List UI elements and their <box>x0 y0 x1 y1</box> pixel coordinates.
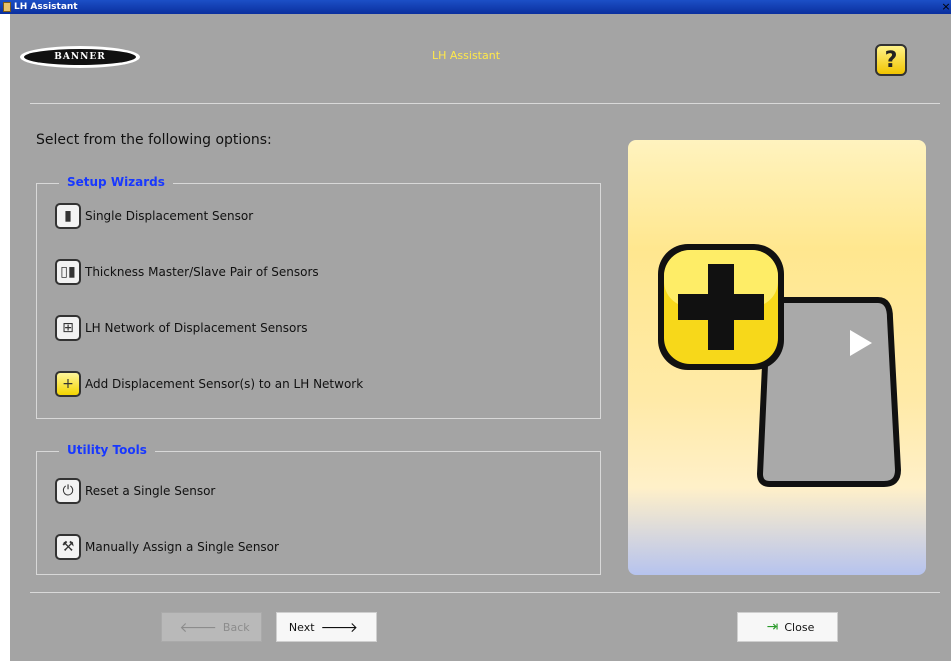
close-label: Close <box>784 620 815 634</box>
option-add-sensor[interactable]: + Add Displacement Sensor(s) to an LH Ne… <box>55 369 363 399</box>
help-button[interactable]: ? <box>875 44 907 76</box>
option-label: Thickness Master/Slave Pair of Sensors <box>85 265 319 279</box>
network-icon: ⊞ <box>55 315 81 341</box>
add-sensor-icon: + <box>55 371 81 397</box>
option-label: Add Displacement Sensor(s) to an LH Netw… <box>85 377 364 391</box>
utility-tools-title: Utility Tools <box>59 443 155 457</box>
next-label: Next <box>288 620 315 634</box>
app-heading: LH Assistant <box>432 49 501 62</box>
title-bar: LH Assistant × <box>0 0 951 14</box>
utility-tools-group: Utility Tools ⏻ Reset a Single Sensor ⚒ … <box>36 443 601 575</box>
next-button[interactable]: Next 🡒 <box>276 612 377 642</box>
add-sensor-illustration <box>628 140 926 575</box>
help-question-icon: ? <box>884 47 898 73</box>
option-lh-network[interactable]: ⊞ LH Network of Displacement Sensors <box>55 313 308 343</box>
option-label: LH Network of Displacement Sensors <box>85 321 308 335</box>
exit-door-icon: ⇥ <box>766 619 779 635</box>
reset-icon: ⏻ <box>55 478 81 504</box>
sensor-pair-icon: ▯▮ <box>55 259 81 285</box>
brand-text: BANNER <box>54 52 106 62</box>
option-manual-assign[interactable]: ⚒ Manually Assign a Single Sensor <box>55 532 279 562</box>
option-thickness-pair[interactable]: ▯▮ Thickness Master/Slave Pair of Sensor… <box>55 257 319 287</box>
back-button[interactable]: 🡐 Back <box>161 612 262 642</box>
app-icon <box>3 2 11 12</box>
close-button[interactable]: ⇥ Close <box>737 612 838 642</box>
window-title: LH Assistant <box>14 2 78 12</box>
lh-assistant-window: LH Assistant × BANNER LH Assistant ? Sel… <box>0 0 951 661</box>
back-label: Back <box>222 620 250 634</box>
back-arrow-icon: 🡐 <box>179 619 217 636</box>
footer-divider <box>30 592 940 593</box>
single-sensor-icon: ▮ <box>55 203 81 229</box>
option-label: Manually Assign a Single Sensor <box>85 540 279 554</box>
header-divider <box>30 103 940 104</box>
option-label: Single Displacement Sensor <box>85 209 254 223</box>
setup-wizards-title: Setup Wizards <box>59 175 173 189</box>
window-close-button[interactable]: × <box>941 1 951 13</box>
option-single-displacement-sensor[interactable]: ▮ Single Displacement Sensor <box>55 201 253 231</box>
next-arrow-icon: 🡒 <box>320 619 359 636</box>
instruction-text: Select from the following options: <box>36 132 272 148</box>
add-sensor-graphic <box>658 244 901 487</box>
option-reset-sensor[interactable]: ⏻ Reset a Single Sensor <box>55 476 215 506</box>
wrench-icon: ⚒ <box>55 534 81 560</box>
banner-logo: BANNER <box>20 46 140 68</box>
setup-wizards-group: Setup Wizards ▮ Single Displacement Sens… <box>36 175 601 419</box>
option-label: Reset a Single Sensor <box>85 484 216 498</box>
